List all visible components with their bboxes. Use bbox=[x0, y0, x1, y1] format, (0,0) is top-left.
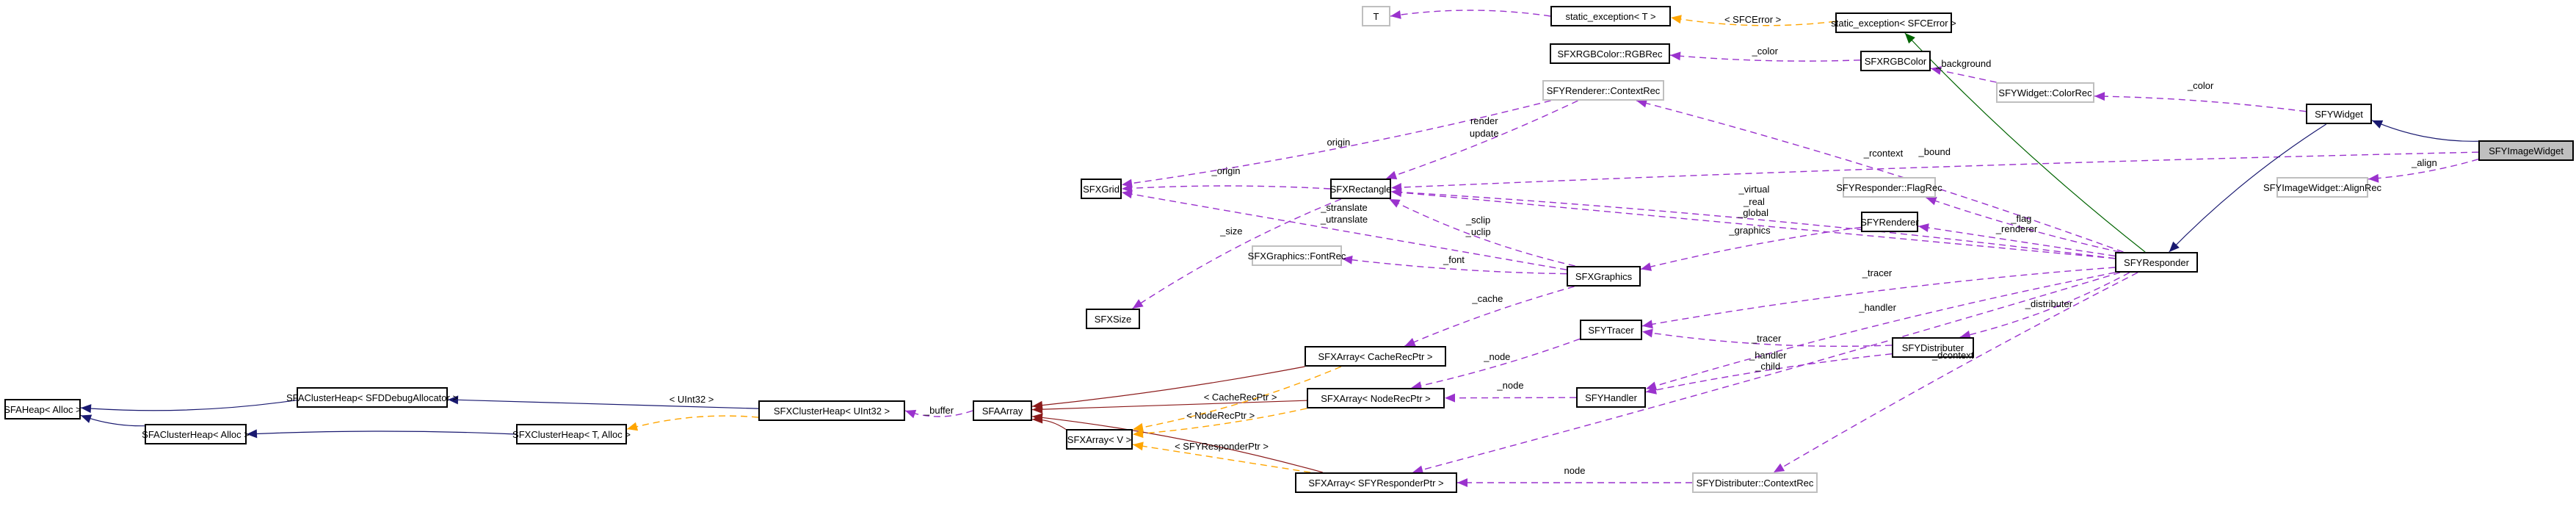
arrowhead-icon bbox=[1646, 381, 1658, 390]
edge-label: < CacheRecPtr > bbox=[1203, 391, 1277, 403]
class-node-sfacluster-heap-alloc[interactable]: SFAClusterHeap< Alloc > bbox=[142, 424, 250, 444]
edge-label: _rcontext bbox=[1863, 147, 1904, 159]
edge-static-exception-t-to-t bbox=[1390, 10, 1551, 17]
edge-renderer-context-rec-to-sfxrectangle bbox=[1385, 100, 1578, 179]
arrowhead-icon bbox=[81, 404, 92, 414]
edge-sfxrectangle-to-sfxgrid bbox=[1121, 185, 1331, 190]
edge-label: _graphics bbox=[1729, 225, 1771, 237]
edge-sfyimage-widget-to-sfywidget bbox=[2371, 120, 2479, 142]
class-node-static-exception-sfcerror[interactable]: static_exception< SFCError > bbox=[1831, 12, 1956, 33]
class-node-align-rec[interactable]: SFYImageWidget::AlignRec bbox=[2263, 177, 2381, 198]
edge-sfacluster-heap-debug-to-sfaheap-alloc bbox=[80, 400, 297, 411]
arrowhead-icon bbox=[1774, 463, 1785, 472]
edge-label: node bbox=[1564, 465, 1586, 476]
arrowhead-icon bbox=[1642, 320, 1653, 329]
arrowhead-icon bbox=[1132, 299, 1144, 309]
edge-label: _dcontext bbox=[1931, 349, 1974, 361]
edge-label: _renderer bbox=[1995, 223, 2038, 235]
class-node-sfxrectangle[interactable]: SFXRectangle bbox=[1330, 179, 1391, 199]
edge-label: _distributer bbox=[2025, 298, 2073, 309]
arrowhead-icon bbox=[81, 414, 92, 423]
class-node-sfxsize[interactable]: SFXSize bbox=[1086, 309, 1140, 329]
class-node-sfxcluster-heap-uint32[interactable]: SFXClusterHeap< UInt32 > bbox=[758, 400, 905, 421]
edge-label: origin bbox=[1327, 136, 1351, 148]
arrowhead-icon bbox=[1926, 196, 1937, 206]
class-node-sfxgraphics[interactable]: SFXGraphics bbox=[1567, 266, 1641, 287]
edge-sfxcluster-heap-uint32-to-sfxcluster-heap-t bbox=[626, 415, 759, 430]
edge-label: _font bbox=[1443, 254, 1465, 266]
class-node-sfxcluster-heap-t[interactable]: SFXClusterHeap< T, Alloc > bbox=[512, 424, 631, 444]
arrowhead-icon bbox=[1390, 10, 1401, 19]
edge-label: _stranslate _utranslate bbox=[1320, 201, 1368, 225]
edge-label: < SFYResponderPtr > bbox=[1175, 441, 1269, 453]
edge-label: < SFCError > bbox=[1724, 13, 1782, 25]
edge-label: _global bbox=[1738, 207, 1768, 219]
arrowhead-icon bbox=[1642, 328, 1653, 338]
class-node-color-rec[interactable]: SFYWidget::ColorRec bbox=[1996, 82, 2094, 103]
class-node-static-exception-t[interactable]: static_exception< T > bbox=[1550, 6, 1671, 26]
class-node-sfyresponder[interactable]: SFYResponder bbox=[2115, 252, 2198, 273]
class-node-dist-context-rec[interactable]: SFYDistributer::ContextRec bbox=[1692, 472, 1818, 493]
class-node-flag-rec[interactable]: SFYResponder::FlagRec bbox=[1836, 177, 1942, 198]
edge-sfyresponder-to-sfyhandler bbox=[1645, 272, 2116, 389]
arrowhead-icon bbox=[1457, 478, 1467, 487]
arrowhead-icon bbox=[1641, 262, 1652, 271]
edge-label: _tracer bbox=[1751, 332, 1782, 344]
edge-label: _color bbox=[2187, 80, 2214, 92]
edge-sfyhandler-to-sfxarray-node bbox=[1444, 397, 1577, 399]
edge-label: render update bbox=[1469, 115, 1499, 139]
arrowhead-icon bbox=[1670, 51, 1681, 61]
class-node-sfxgrid[interactable]: SFXGrid bbox=[1081, 179, 1122, 199]
arrowhead-icon bbox=[2368, 173, 2379, 183]
class-node-sfywidget[interactable]: SFYWidget bbox=[2306, 104, 2372, 124]
class-node-sfytracer[interactable]: SFYTracer bbox=[1580, 320, 1642, 340]
class-node-sfxarray-cache[interactable]: SFXArray< CacheRecPtr > bbox=[1305, 346, 1446, 367]
class-node-rgbrec[interactable]: SFXRGBColor::RGBRec bbox=[1550, 43, 1670, 64]
arrowhead-icon bbox=[1918, 223, 1929, 232]
edge-sfywidget-to-color-rec bbox=[2094, 96, 2307, 112]
class-node-renderer-context-rec[interactable]: SFYRenderer::ContextRec bbox=[1542, 80, 1664, 101]
edge-sfyresponder-to-dist-context-rec bbox=[1773, 272, 2138, 473]
edge-label: _size bbox=[1220, 226, 1243, 237]
edge-label: _bound bbox=[1918, 146, 1951, 158]
edge-label: _cache bbox=[1472, 292, 1503, 304]
edge-label: _tracer bbox=[1862, 267, 1893, 278]
edge-label: _color bbox=[1752, 46, 1778, 57]
class-node-sfyimage-widget[interactable]: SFYImageWidget bbox=[2478, 140, 2574, 161]
edge-sfyresponder-to-sfxarray-resp bbox=[1412, 272, 2121, 473]
edge-label: _sclip _uclip bbox=[1465, 214, 1491, 237]
edge-label: < UInt32 > bbox=[669, 394, 714, 406]
class-node-sfxrgbcolor[interactable]: SFXRGBColor bbox=[1860, 51, 1931, 71]
arrowhead-icon bbox=[2094, 92, 2105, 101]
class-node-font-rec[interactable]: SFXGraphics::FontRec bbox=[1248, 245, 1346, 266]
class-node-sfxarray-node[interactable]: SFXArray< NodeRecPtr > bbox=[1307, 388, 1445, 408]
edge-label: _handler bbox=[1859, 301, 1896, 313]
arrowhead-icon bbox=[1671, 15, 1682, 24]
class-node-sfaheap-alloc[interactable]: SFAHeap< Alloc > bbox=[4, 399, 81, 419]
arrowhead-icon bbox=[1445, 393, 1456, 403]
edge-label: _align bbox=[2412, 157, 2437, 169]
class-node-sfxarray-resp[interactable]: SFXArray< SFYResponderPtr > bbox=[1295, 472, 1457, 493]
class-node-sfacluster-heap-debug[interactable]: SFAClusterHeap< SFDDebugAllocator > bbox=[286, 387, 458, 408]
edge-label: _node bbox=[1484, 351, 1511, 363]
edge-sfxcluster-heap-t-to-sfacluster-heap-alloc bbox=[246, 431, 517, 435]
edge-label: _background bbox=[1936, 57, 1992, 69]
edge-label: _buffer bbox=[924, 405, 954, 416]
class-node-sfyrenderer[interactable]: SFYRenderer bbox=[1860, 212, 1919, 232]
edge-label: _node bbox=[1497, 380, 1524, 392]
edge-label: _handler bbox=[1749, 349, 1787, 361]
edge-label: _virtual _real bbox=[1738, 184, 1770, 207]
arrowhead-icon bbox=[1133, 442, 1144, 451]
edge-label: _child bbox=[1755, 360, 1781, 372]
edge-label: _origin bbox=[1211, 165, 1241, 176]
class-node-sfyhandler[interactable]: SFYHandler bbox=[1576, 387, 1646, 408]
class-node-sfaarray[interactable]: SFAArray bbox=[973, 400, 1032, 421]
class-node-t[interactable]: T bbox=[1362, 6, 1390, 26]
class-node-sfxarray-v[interactable]: SFXArray< V > bbox=[1066, 429, 1133, 450]
edge-label: < NodeRecPtr > bbox=[1186, 409, 1255, 421]
collaboration-diagram: SFAHeap< Alloc > SFAClusterHeap< SFDDebug… bbox=[0, 0, 2576, 515]
arrowhead-icon bbox=[1122, 190, 1133, 199]
arrowhead-icon bbox=[905, 409, 917, 419]
